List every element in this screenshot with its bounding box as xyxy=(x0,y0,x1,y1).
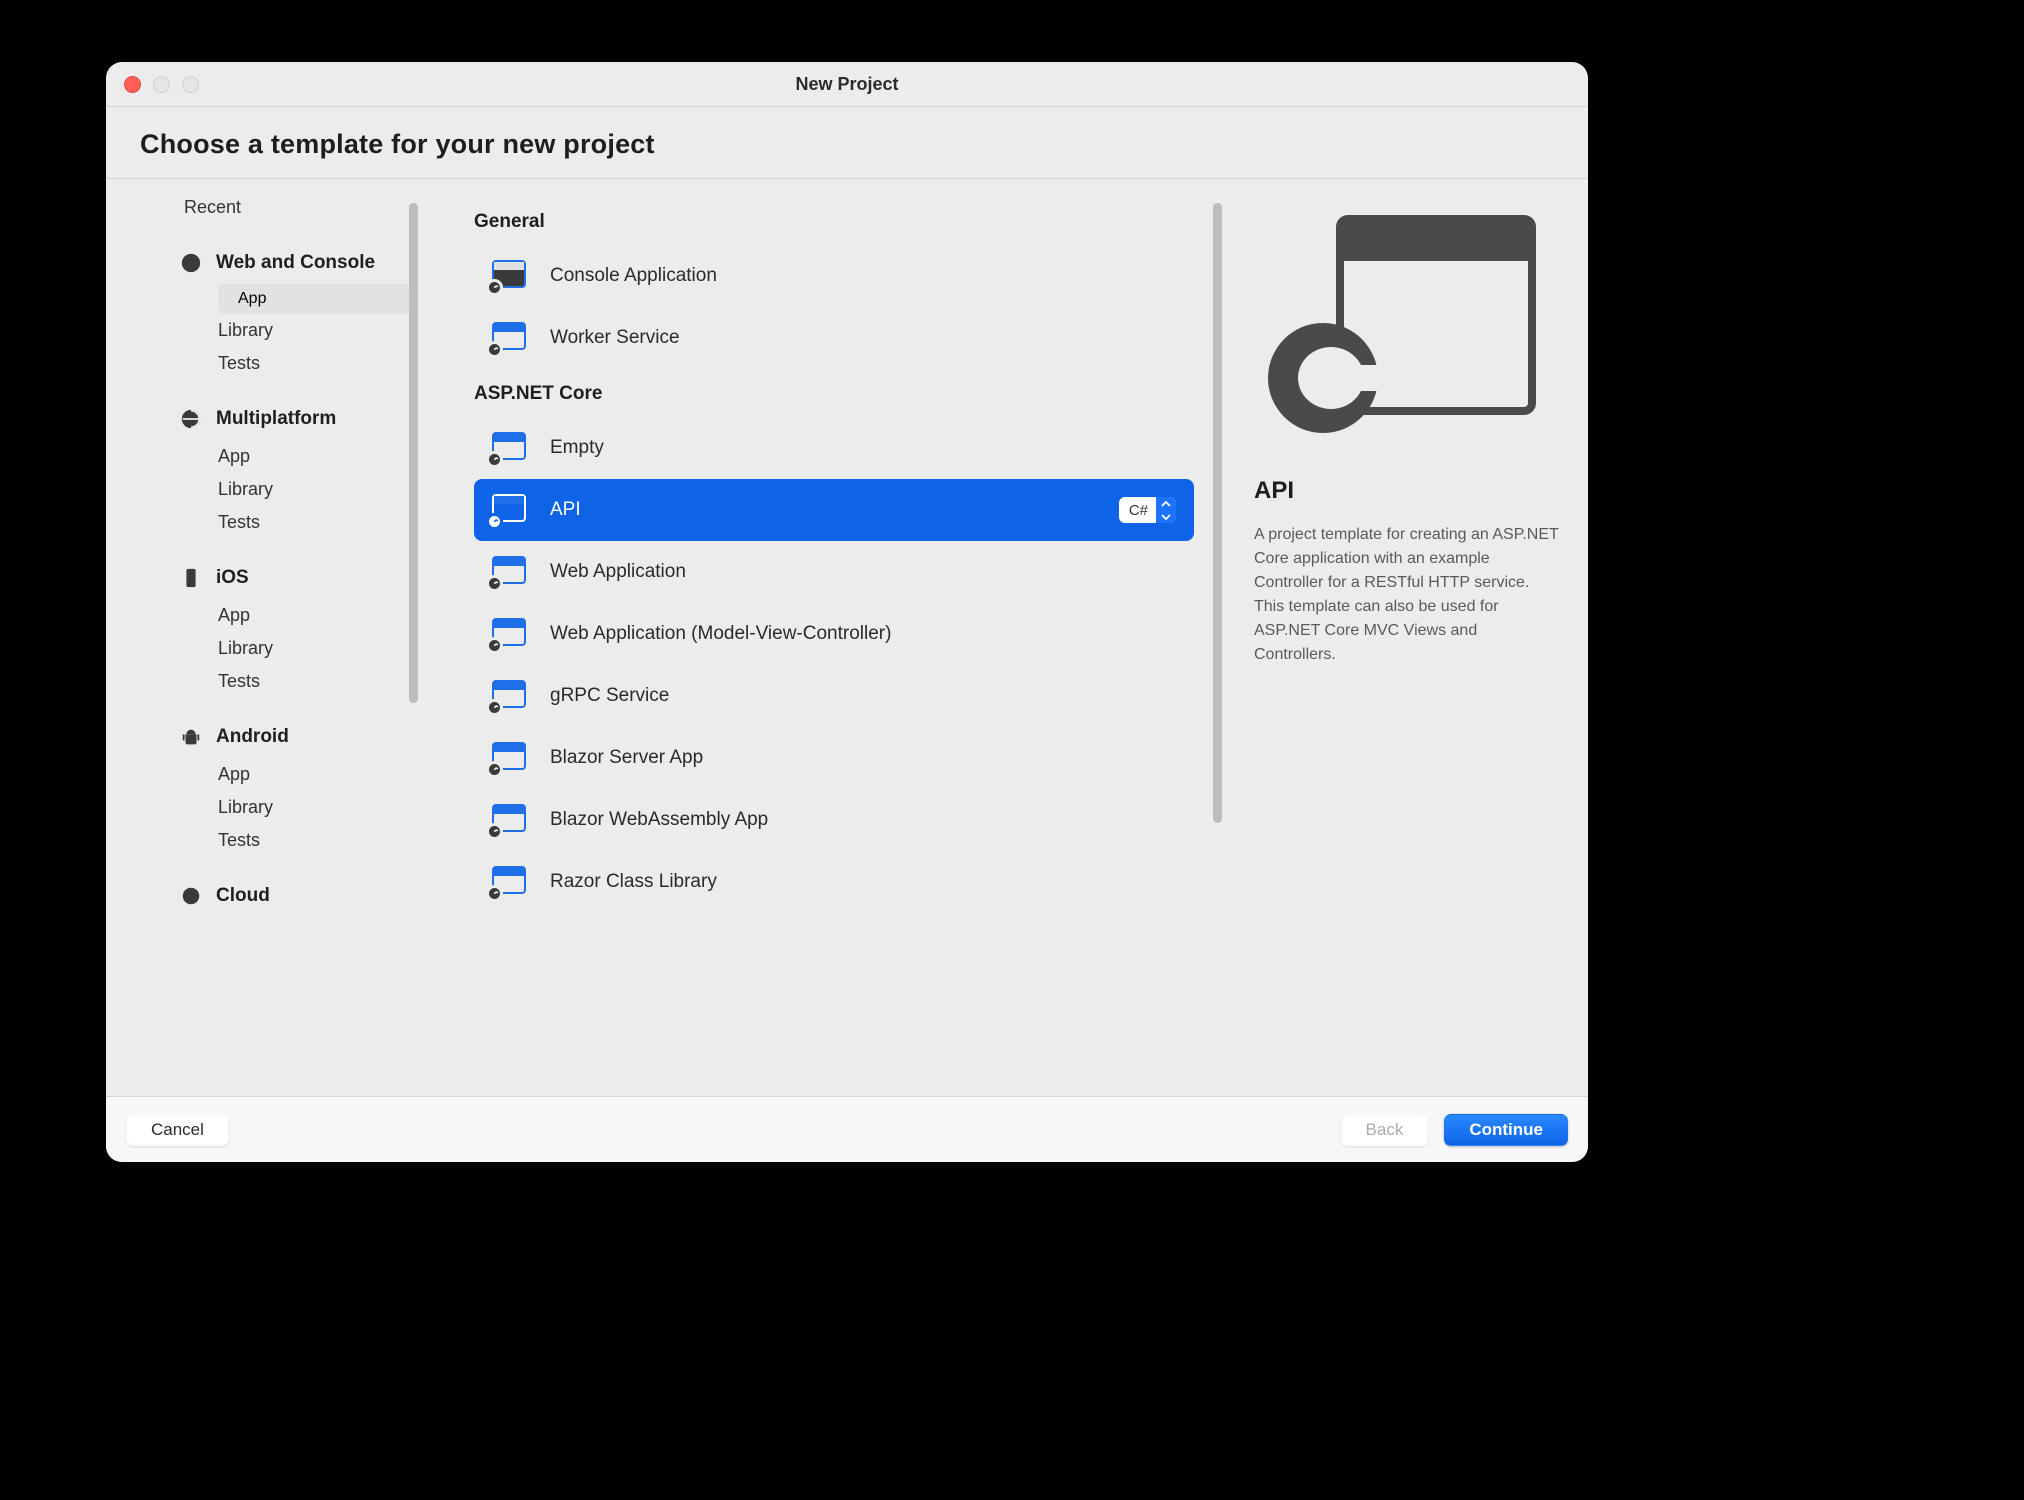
page-title: Choose a template for your new project xyxy=(140,129,1554,160)
sidebar-item-library[interactable]: Library xyxy=(218,473,412,506)
sidebar-item-app[interactable]: App xyxy=(218,284,412,314)
new-project-dialog: New Project Choose a template for your n… xyxy=(106,62,1588,1162)
phone-icon xyxy=(180,567,202,589)
template-grpc-service[interactable]: gRPC Service xyxy=(474,665,1194,727)
template-list-scrollbar[interactable] xyxy=(1213,203,1222,823)
sidebar-category-cloud[interactable]: Cloud xyxy=(140,879,412,917)
stepper-icon xyxy=(1156,497,1176,523)
template-label: Web Application xyxy=(550,561,686,583)
template-console-application[interactable]: Console Application xyxy=(474,245,1194,307)
sidebar-category-label: Android xyxy=(216,726,289,748)
continue-button[interactable]: Continue xyxy=(1444,1114,1568,1146)
language-picker[interactable]: C# xyxy=(1119,497,1176,523)
template-icon xyxy=(488,618,526,650)
titlebar[interactable]: New Project xyxy=(106,62,1588,107)
template-label: Blazor Server App xyxy=(550,747,703,769)
template-group-aspnet-core: ASP.NET Core xyxy=(474,383,1194,405)
sidebar-item-library[interactable]: Library xyxy=(218,791,412,824)
template-blazor-wasm-app[interactable]: Blazor WebAssembly App xyxy=(474,789,1194,851)
window-title: New Project xyxy=(106,74,1588,95)
sidebar-category-label: Web and Console xyxy=(216,252,375,274)
template-icon xyxy=(488,556,526,588)
template-blazor-server-app[interactable]: Blazor Server App xyxy=(474,727,1194,789)
sidebar-category-web-and-console[interactable]: Web and Console xyxy=(140,246,412,284)
category-sidebar: Recent Web and Console App Library Tests xyxy=(106,179,424,1096)
dotnet-icon xyxy=(180,252,202,274)
minimize-window-icon[interactable] xyxy=(153,76,170,93)
sidebar-item-tests[interactable]: Tests xyxy=(218,506,412,539)
template-icon xyxy=(488,322,526,354)
template-label: Razor Class Library xyxy=(550,871,717,893)
sidebar-item-app[interactable]: App xyxy=(218,758,412,791)
sidebar-item-tests[interactable]: Tests xyxy=(218,665,412,698)
sidebar-item-library[interactable]: Library xyxy=(218,632,412,665)
zoom-window-icon[interactable] xyxy=(182,76,199,93)
template-label: API xyxy=(550,499,581,521)
template-icon xyxy=(488,742,526,774)
dialog-footer: Cancel Back Continue xyxy=(106,1096,1588,1162)
template-label: gRPC Service xyxy=(550,685,669,707)
sidebar-category-label: iOS xyxy=(216,567,249,589)
template-empty[interactable]: Empty xyxy=(474,417,1194,479)
sidebar-item-recent[interactable]: Recent xyxy=(106,197,424,218)
template-label: Console Application xyxy=(550,265,717,287)
template-detail: API A project template for creating an A… xyxy=(1228,179,1588,1096)
template-label: Worker Service xyxy=(550,327,680,349)
template-group-general: General xyxy=(474,211,1194,233)
android-icon xyxy=(180,726,202,748)
multiplatform-icon xyxy=(180,408,202,430)
sidebar-category-android[interactable]: Android xyxy=(140,720,412,758)
close-window-icon[interactable] xyxy=(124,76,141,93)
sidebar-item-app[interactable]: App xyxy=(218,440,412,473)
back-button[interactable]: Back xyxy=(1341,1114,1429,1146)
template-detail-description: A project template for creating an ASP.N… xyxy=(1254,523,1562,667)
sidebar-category-multiplatform[interactable]: Multiplatform xyxy=(140,402,412,440)
sidebar-category-label: Cloud xyxy=(216,885,270,907)
sidebar-item-tests[interactable]: Tests xyxy=(218,824,412,857)
template-label: Web Application (Model-View-Controller) xyxy=(550,623,891,645)
language-value: C# xyxy=(1129,502,1148,519)
template-web-application-mvc[interactable]: Web Application (Model-View-Controller) xyxy=(474,603,1194,665)
sidebar-item-app[interactable]: App xyxy=(218,599,412,632)
sidebar-category-ios[interactable]: iOS xyxy=(140,561,412,599)
template-icon xyxy=(488,432,526,464)
template-label: Blazor WebAssembly App xyxy=(550,809,768,831)
cancel-button[interactable]: Cancel xyxy=(126,1114,229,1146)
template-icon xyxy=(488,866,526,898)
template-label: Empty xyxy=(550,437,604,459)
template-detail-title: API xyxy=(1254,477,1562,505)
template-razor-class-library[interactable]: Razor Class Library xyxy=(474,851,1194,913)
template-list: General Console Application Worker Servi… xyxy=(424,179,1228,1096)
sidebar-category-label: Multiplatform xyxy=(216,408,336,430)
template-icon xyxy=(488,260,526,292)
page-header: Choose a template for your new project xyxy=(106,107,1588,179)
template-api[interactable]: API C# xyxy=(474,479,1194,541)
cloud-icon xyxy=(180,885,202,907)
sidebar-item-tests[interactable]: Tests xyxy=(218,347,412,380)
sidebar-scrollbar[interactable] xyxy=(409,203,418,703)
template-web-application[interactable]: Web Application xyxy=(474,541,1194,603)
template-worker-service[interactable]: Worker Service xyxy=(474,307,1194,369)
template-icon xyxy=(488,804,526,836)
template-icon xyxy=(488,494,526,526)
template-hero-icon xyxy=(1268,207,1548,437)
sidebar-item-library[interactable]: Library xyxy=(218,314,412,347)
template-icon xyxy=(488,680,526,712)
